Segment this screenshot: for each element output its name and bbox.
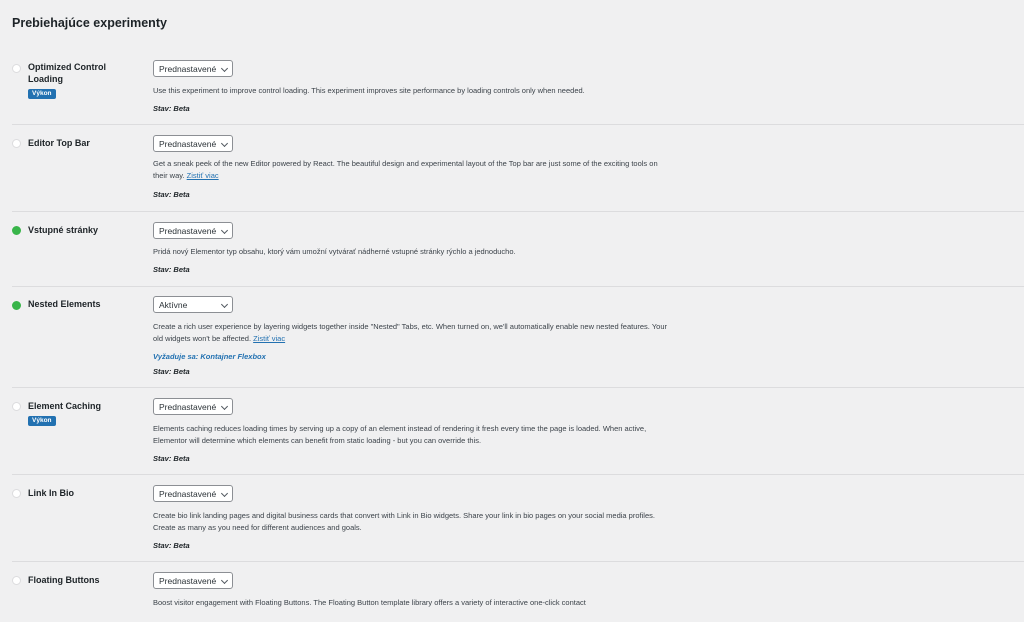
description-text: Get a sneak peek of the new Editor power… xyxy=(153,159,658,180)
experiment-description: Elements caching reduces loading times b… xyxy=(153,424,647,445)
experiment-description: Get a sneak peek of the new Editor power… xyxy=(153,158,673,181)
experiment-description: Create bio link landing pages and digita… xyxy=(153,511,655,532)
learn-more-link[interactable]: Zistiť viac xyxy=(187,171,219,180)
experiment-row-floating-buttons: Floating Buttons Prednastavené Boost vis… xyxy=(12,562,1024,622)
experiment-row-vstupne-stranky: Vstupné stránky Prednastavené Pridá nový… xyxy=(12,212,1024,287)
chevron-down-icon xyxy=(220,300,229,309)
performance-tag: Výkon xyxy=(28,89,56,99)
experiment-name: Editor Top Bar xyxy=(28,138,90,148)
status-dot-icon xyxy=(12,139,21,148)
experiment-name: Optimized Control Loading xyxy=(28,62,106,84)
select-value: Aktívne xyxy=(159,300,188,310)
select-value: Prednastavené xyxy=(159,402,217,412)
status-dot-icon xyxy=(12,402,21,411)
chevron-down-icon xyxy=(220,139,229,148)
experiment-name: Element Caching xyxy=(28,401,102,411)
select-value: Prednastavené xyxy=(159,226,217,236)
experiment-row-link-in-bio: Link In Bio Prednastavené Create bio lin… xyxy=(12,475,1024,562)
chevron-down-icon xyxy=(220,489,229,498)
select-value: Prednastavené xyxy=(159,576,217,586)
active-dot-icon xyxy=(12,301,21,310)
experiment-state-select[interactable]: Prednastavené xyxy=(153,398,233,415)
experiment-status: Stav: Beta xyxy=(153,454,190,463)
experiment-description: Create a rich user experience by layerin… xyxy=(153,321,673,344)
experiment-status: Stav: Beta xyxy=(153,541,190,550)
status-dot-icon xyxy=(12,576,21,585)
description-text: Create a rich user experience by layerin… xyxy=(153,322,667,343)
experiment-description: Use this experiment to improve control l… xyxy=(153,86,585,95)
experiment-state-select[interactable]: Prednastavené xyxy=(153,222,233,239)
chevron-down-icon xyxy=(220,576,229,585)
experiment-row-optimized-control-loading: Optimized Control Loading Výkon Prednast… xyxy=(12,52,1024,125)
experiment-name: Vstupné stránky xyxy=(28,225,99,235)
requirement-link[interactable]: Vyžaduje sa: Kontajner Flexbox xyxy=(153,352,266,361)
experiment-status: Stav: Beta xyxy=(153,265,190,274)
experiment-status: Stav: Beta xyxy=(153,190,190,199)
experiment-state-select[interactable]: Prednastavené xyxy=(153,135,233,152)
active-dot-icon xyxy=(12,226,21,235)
experiment-status: Stav: Beta xyxy=(153,367,190,376)
status-dot-icon xyxy=(12,489,21,498)
learn-more-link[interactable]: Zistiť viac xyxy=(253,334,285,343)
select-value: Prednastavené xyxy=(159,139,217,149)
experiment-state-select[interactable]: Prednastavené xyxy=(153,60,233,77)
experiment-state-select[interactable]: Aktívne xyxy=(153,296,233,313)
experiment-description: Boost visitor engagement with Floating B… xyxy=(153,598,586,607)
page-title: Prebiehajúce experimenty xyxy=(12,16,167,30)
experiment-status: Stav: Beta xyxy=(153,104,190,113)
experiment-row-nested-elements: Nested Elements Aktívne Create a rich us… xyxy=(12,287,1024,388)
experiment-row-editor-top-bar: Editor Top Bar Prednastavené Get a sneak… xyxy=(12,125,1024,212)
experiment-name: Nested Elements xyxy=(28,299,101,309)
experiment-name: Link In Bio xyxy=(28,488,74,498)
experiment-state-select[interactable]: Prednastavené xyxy=(153,485,233,502)
select-value: Prednastavené xyxy=(159,64,217,74)
chevron-down-icon xyxy=(220,64,229,73)
performance-tag: Výkon xyxy=(28,416,56,426)
experiment-row-element-caching: Element Caching Výkon Prednastavené Elem… xyxy=(12,388,1024,475)
experiment-name: Floating Buttons xyxy=(28,575,100,585)
experiment-description: Pridá nový Elementor typ obsahu, ktorý v… xyxy=(153,247,516,256)
chevron-down-icon xyxy=(220,402,229,411)
chevron-down-icon xyxy=(220,226,229,235)
select-value: Prednastavené xyxy=(159,489,217,499)
status-dot-icon xyxy=(12,64,21,73)
experiment-state-select[interactable]: Prednastavené xyxy=(153,572,233,589)
